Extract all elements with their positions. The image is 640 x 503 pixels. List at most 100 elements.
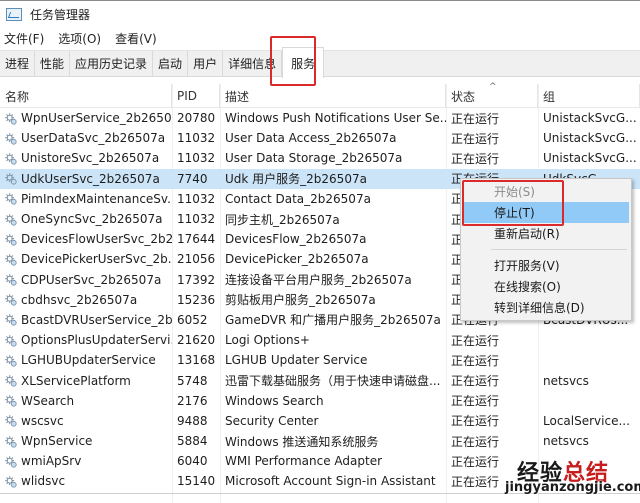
service-name: WpnService	[21, 434, 93, 449]
service-name: LGHUBUpdaterService	[21, 353, 156, 368]
column-header-name[interactable]: 名称	[0, 84, 172, 108]
service-name-cell: OptionsPlusUpdaterServi...	[0, 333, 172, 347]
table-row[interactable]: wscsvc 9488 Security Center 正在运行 LocalSe…	[0, 411, 640, 431]
service-description: LGHUB Updater Service	[225, 353, 368, 368]
service-pid: 5748	[177, 373, 208, 388]
service-name: UserDataSvc_2b26507a	[21, 131, 166, 146]
table-row[interactable]: UserDataSvc_2b26507a 11032 User Data Acc…	[0, 128, 640, 148]
service-gear-icon	[4, 273, 17, 286]
service-name-cell: UdkUserSvc_2b26507a	[0, 172, 172, 186]
service-name-cell: wmiApSrv	[0, 454, 172, 468]
menu-item-open-services[interactable]: 打开服务(V)	[461, 255, 631, 276]
service-name: wlidsvc	[21, 474, 66, 489]
menu-view[interactable]: 查看(V)	[115, 30, 157, 47]
tab-processes[interactable]: 进程	[0, 51, 36, 76]
service-status: 正在运行	[451, 111, 500, 126]
tab-users[interactable]: 用户	[188, 51, 224, 76]
service-name-cell: DevicePickerUserSvc_2b...	[0, 252, 172, 266]
service-gear-icon	[4, 414, 17, 427]
menu-item-restart[interactable]: 重新启动(R)	[461, 223, 631, 244]
tab-bar: 进程 性能 应用历史记录 启动 用户 详细信息 服务	[0, 47, 640, 78]
service-gear-icon	[4, 374, 17, 387]
service-description: Logi Options+	[225, 333, 310, 348]
service-group: UnistackSvcG...	[543, 151, 637, 166]
service-description: Windows Search	[225, 393, 324, 408]
menu-file[interactable]: 文件(F)	[4, 30, 44, 47]
service-gear-icon	[4, 455, 17, 468]
service-name-cell: DevicesFlowUserSvc_2b2...	[0, 232, 172, 246]
service-pid: 11032	[177, 191, 216, 206]
tab-details[interactable]: 详细信息	[223, 51, 283, 76]
service-pid: 11032	[177, 151, 216, 166]
service-gear-icon	[4, 354, 17, 367]
table-row[interactable]: WSearch 2176 Windows Search 正在运行	[0, 391, 640, 411]
service-pid: 21056	[177, 252, 216, 267]
tab-app-history[interactable]: 应用历史记录	[70, 51, 154, 76]
service-name-cell: XLServicePlatform	[0, 374, 172, 388]
service-gear-icon	[4, 213, 17, 226]
service-gear-icon	[4, 233, 17, 246]
service-description: 剪贴板用户服务_2b26507a	[225, 293, 376, 308]
column-header-group[interactable]: 组	[538, 84, 640, 108]
service-name: cbdhsvc_2b26507a	[21, 292, 138, 307]
service-pid: 11032	[177, 131, 216, 146]
service-name-cell: UnistoreSvc_2b26507a	[0, 151, 172, 165]
service-name-cell: OneSyncSvc_2b26507a	[0, 212, 172, 226]
service-pid: 11032	[177, 212, 216, 227]
table-row[interactable]: LGHUBUpdaterService 13168 LGHUB Updater …	[0, 350, 640, 370]
task-manager-icon	[6, 8, 22, 21]
service-name-cell: BcastDVRUserService_2b...	[0, 313, 172, 327]
service-gear-icon	[4, 112, 17, 125]
service-pid: 6052	[177, 312, 208, 327]
service-name-cell: WpnUserService_2b2650...	[0, 111, 172, 125]
table-row[interactable]: XLServicePlatform 5748 迅雷下载基础服务（用于快速申请磁盘…	[0, 370, 640, 390]
service-name: XLServicePlatform	[21, 373, 131, 388]
service-description: DevicePicker_2b26507a	[225, 252, 369, 267]
service-pid: 2176	[177, 393, 208, 408]
service-name: DevicesFlowUserSvc_2b2...	[21, 232, 172, 247]
service-name: UnistoreSvc_2b26507a	[21, 151, 160, 166]
service-description: 同步主机_2b26507a	[225, 212, 340, 227]
service-group: LocalService...	[543, 413, 630, 428]
service-name-cell: cbdhsvc_2b26507a	[0, 293, 172, 307]
service-description: Udk 用户服务_2b26507a	[225, 172, 367, 187]
table-row[interactable]: UnistoreSvc_2b26507a 11032 User Data Sto…	[0, 148, 640, 168]
service-gear-icon	[4, 192, 17, 205]
service-description: 连接设备平台用户服务_2b26507a	[225, 273, 412, 288]
tab-performance[interactable]: 性能	[35, 51, 71, 76]
service-description: DevicesFlow_2b26507a	[225, 232, 367, 247]
menu-separator	[491, 249, 627, 250]
title-bar: 任务管理器	[0, 0, 640, 28]
service-pid: 7740	[177, 171, 208, 186]
tab-startup[interactable]: 启动	[153, 51, 189, 76]
table-row[interactable]: wlidsvc 15140 Microsoft Account Sign-in …	[0, 471, 640, 491]
service-pid: 6040	[177, 454, 208, 469]
table-row[interactable]: WpnUserService_2b2650... 20780 Windows P…	[0, 108, 640, 128]
service-description: Security Center	[225, 413, 319, 428]
service-gear-icon	[4, 293, 17, 306]
table-row[interactable]: OptionsPlusUpdaterServi... 21620 Logi Op…	[0, 330, 640, 350]
menu-item-start[interactable]: 开始(S)	[461, 181, 631, 202]
menu-item-stop[interactable]: 停止(T)	[463, 202, 629, 223]
table-row[interactable]: WpnService 5884 Windows 推送通知系统服务 正在运行 ne…	[0, 431, 640, 451]
service-name: BcastDVRUserService_2b...	[21, 312, 172, 327]
table-row[interactable]: wmiApSrv 6040 WMI Performance Adapter 正在…	[0, 451, 640, 471]
column-header-pid[interactable]: PID	[172, 84, 220, 108]
service-description: GameDVR 和广播用户服务_2b26507a	[225, 313, 441, 328]
tab-services[interactable]: 服务	[282, 47, 325, 78]
column-header-description[interactable]: 描述	[220, 84, 446, 108]
service-description: Windows Push Notifications User Se...	[225, 111, 446, 126]
service-pid: 13168	[177, 353, 216, 368]
service-pid: 5884	[177, 434, 208, 449]
window-title: 任务管理器	[30, 8, 91, 22]
service-status: 正在运行	[451, 474, 500, 489]
service-group: UnistackSvcG...	[543, 111, 637, 126]
service-status: 正在运行	[451, 353, 500, 368]
service-gear-icon	[4, 132, 17, 145]
service-status: 正在运行	[451, 333, 500, 348]
menu-item-search-online[interactable]: 在线搜索(O)	[461, 276, 631, 297]
service-gear-icon	[4, 253, 17, 266]
service-pid: 17644	[177, 232, 216, 247]
menu-options[interactable]: 选项(O)	[58, 30, 101, 47]
menu-item-go-to-details[interactable]: 转到详细信息(D)	[461, 297, 631, 318]
